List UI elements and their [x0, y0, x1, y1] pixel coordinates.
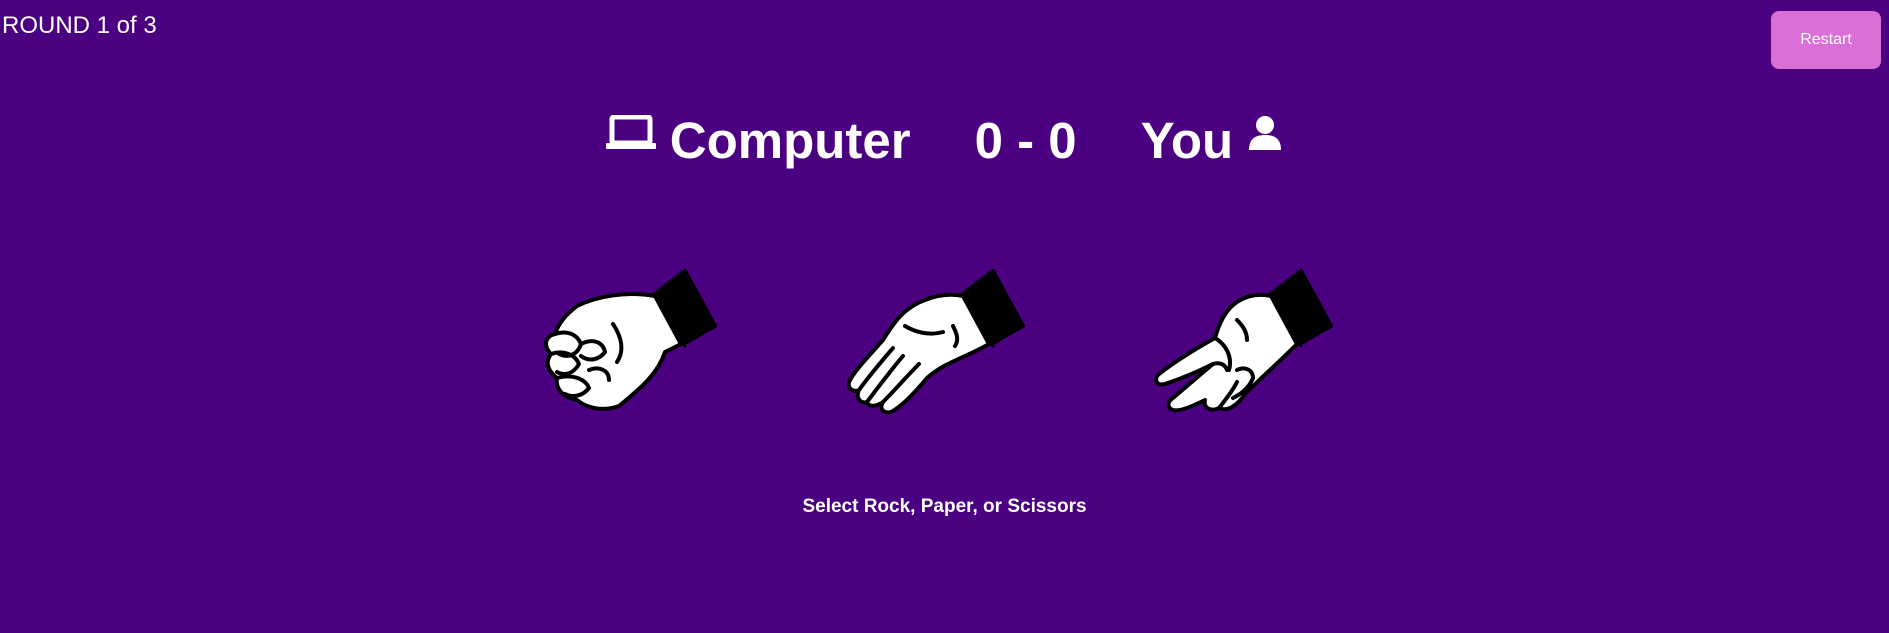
- score-display: 0 - 0: [974, 111, 1077, 169]
- paper-choice[interactable]: [845, 266, 1045, 426]
- choice-row: [0, 266, 1889, 426]
- scoreboard: Computer 0 - 0 You: [0, 108, 1889, 172]
- user-label: You: [1140, 111, 1234, 169]
- restart-button[interactable]: Restart: [1771, 11, 1881, 69]
- paper-hand-icon: [845, 266, 1045, 426]
- scissors-hand-icon: [1153, 266, 1353, 426]
- instruction-text: Select Rock, Paper, or Scissors: [802, 496, 1087, 517]
- round-indicator: ROUND 1 of 3: [2, 12, 157, 39]
- rock-choice[interactable]: [537, 266, 737, 426]
- laptop-icon: [605, 115, 656, 151]
- user-player: You: [1141, 111, 1284, 170]
- rock-hand-icon: [537, 266, 737, 426]
- scissors-choice[interactable]: [1153, 266, 1353, 426]
- computer-label: Computer: [669, 111, 911, 169]
- person-icon: [1247, 115, 1283, 151]
- computer-player: Computer: [605, 111, 911, 170]
